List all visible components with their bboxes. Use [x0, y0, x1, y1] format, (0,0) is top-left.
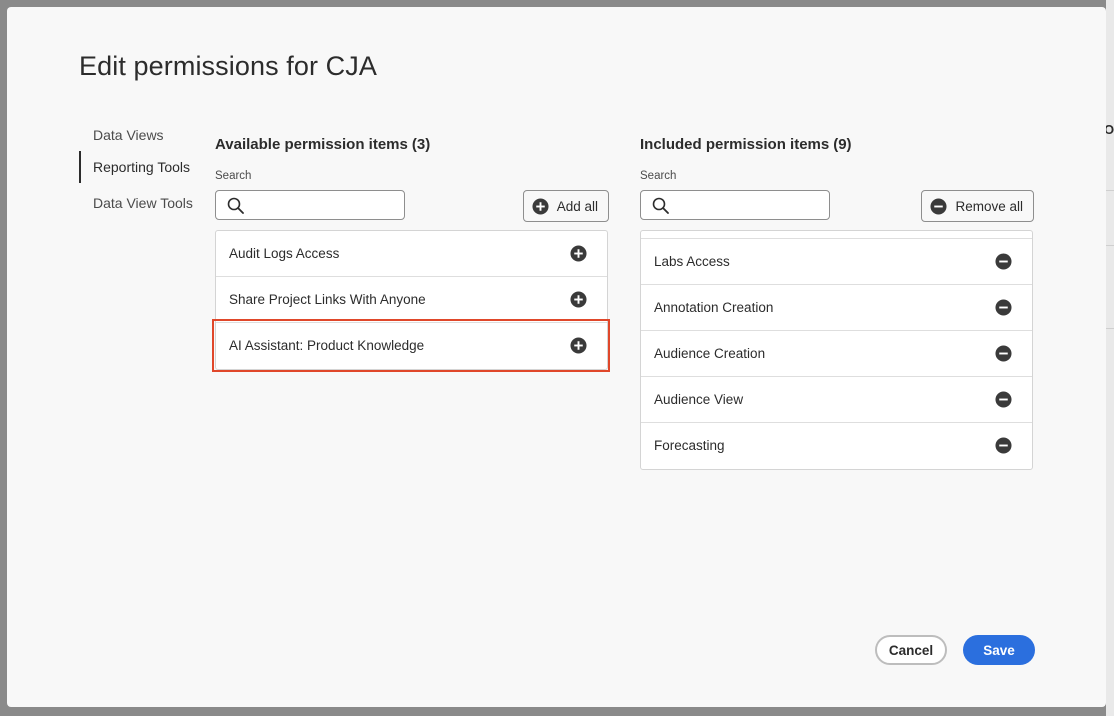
list-item-label: Forecasting — [654, 438, 725, 453]
available-heading: Available permission items (3) — [215, 135, 609, 155]
included-search-field[interactable] — [640, 190, 830, 220]
minus-circle-icon[interactable] — [995, 391, 1012, 408]
included-search-input[interactable] — [675, 194, 827, 218]
included-heading: Included permission items (9) — [640, 135, 1034, 155]
list-item: Share Project Links With Anyone — [216, 277, 607, 323]
available-search-label: Search — [215, 170, 252, 182]
remove-all-label: Remove all — [955, 198, 1023, 214]
list-item: Labs Access — [641, 239, 1032, 285]
dialog-title: Edit permissions for CJA — [79, 51, 377, 81]
list-item-label: Audit Logs Access — [229, 246, 340, 261]
search-icon — [652, 197, 669, 214]
edit-permissions-dialog: Edit permissions for CJA Data Views Repo… — [7, 7, 1106, 707]
included-search-label: Search — [640, 170, 677, 182]
included-count: (9) — [833, 136, 852, 153]
minus-circle-icon[interactable] — [995, 437, 1012, 454]
cancel-button[interactable]: Cancel — [875, 635, 947, 665]
list-item: AI Assistant: Product Knowledge — [216, 323, 607, 369]
plus-circle-icon — [532, 197, 549, 215]
minus-circle-icon — [930, 197, 947, 215]
available-heading-text: Available permission items — [215, 136, 408, 153]
available-search-input[interactable] — [250, 194, 402, 218]
available-list: Audit Logs Access Share Project Links Wi… — [215, 230, 608, 370]
list-item-partial — [641, 231, 1032, 239]
plus-circle-icon[interactable] — [570, 245, 587, 262]
minus-circle-icon[interactable] — [995, 299, 1012, 316]
sidebar-item-data-view-tools[interactable]: Data View Tools — [79, 187, 193, 219]
list-item-label: Annotation Creation — [654, 300, 774, 315]
add-all-button[interactable]: Add all — [522, 190, 609, 222]
included-list[interactable]: Labs Access Annotation Creation Audience… — [640, 230, 1033, 470]
list-item: Annotation Creation — [641, 285, 1032, 331]
included-heading-text: Included permission items — [640, 136, 830, 153]
available-panel: Available permission items (3) Search Add… — [215, 135, 609, 370]
background-page-strip — [1106, 0, 1114, 716]
included-panel: Included permission items (9) Search Remo… — [640, 135, 1034, 470]
list-item-label: AI Assistant: Product Knowledge — [229, 338, 425, 353]
list-item-label: Audience View — [654, 392, 744, 407]
list-item-label: Share Project Links With Anyone — [229, 292, 426, 307]
minus-circle-icon[interactable] — [995, 253, 1012, 270]
plus-circle-icon[interactable] — [570, 337, 587, 354]
list-item: Audience Creation — [641, 331, 1032, 377]
list-item-label: Audience Creation — [654, 346, 766, 361]
list-item: Audit Logs Access — [216, 231, 607, 277]
remove-all-button[interactable]: Remove all — [921, 190, 1034, 222]
list-item: Forecasting — [641, 423, 1032, 469]
minus-circle-icon[interactable] — [995, 345, 1012, 362]
available-count: (3) — [411, 136, 431, 153]
available-search-field[interactable] — [215, 190, 405, 220]
sidebar-item-reporting-tools[interactable]: Reporting Tools — [79, 151, 190, 183]
plus-circle-icon[interactable] — [570, 291, 587, 308]
list-item: Audience View — [641, 377, 1032, 423]
list-item-label: Labs Access — [654, 254, 730, 269]
search-icon — [227, 197, 244, 214]
sidebar-item-data-views[interactable]: Data Views — [79, 119, 164, 151]
save-button[interactable]: Save — [963, 635, 1035, 665]
add-all-label: Add all — [556, 198, 598, 214]
